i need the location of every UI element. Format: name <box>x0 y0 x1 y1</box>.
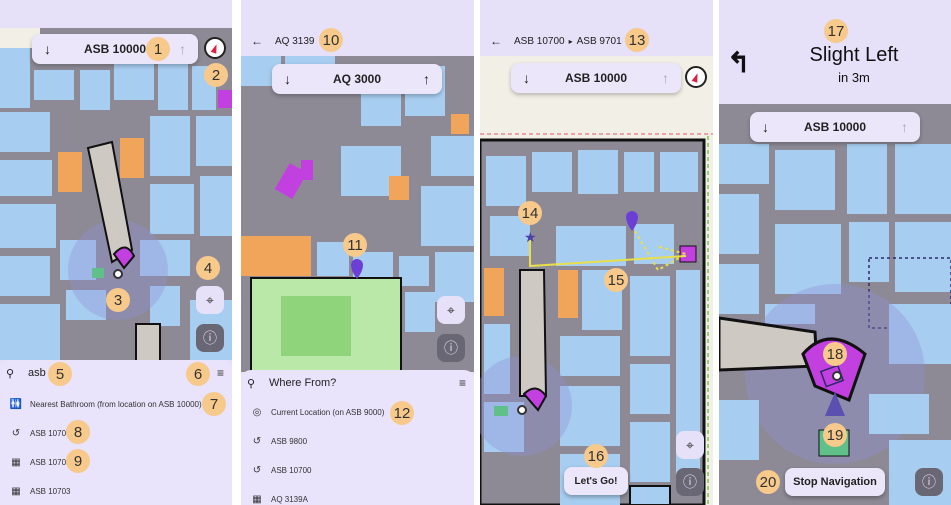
floor-down-button[interactable]: ↓ <box>284 71 291 87</box>
my-location-icon: ◎ <box>252 406 262 418</box>
origin-search-input[interactable]: Where From? <box>269 377 336 389</box>
callout-badge: 20 <box>756 470 780 494</box>
history-icon: ↺ <box>252 435 262 447</box>
floor-down-button[interactable]: ↓ <box>44 41 51 57</box>
svg-text:★: ★ <box>524 230 537 246</box>
floor-up-button[interactable]: ↑ <box>423 71 430 87</box>
info-button[interactable]: ⓘ <box>196 324 224 352</box>
callout-badge: 7 <box>202 392 226 416</box>
callout-badge: 17 <box>824 19 848 43</box>
origin-search-sheet: ⚲ Where From? ≡ ◎ Current Location (on A… <box>241 370 474 505</box>
screen-search: ↓ ASB 10000 ↑ ⌖ ⓘ ⚲ asb ≡ 🚻 Nearest Bath… <box>0 0 232 505</box>
direction-banner: ↰ Slight Left in 3m <box>719 0 951 104</box>
callout-badge: 4 <box>196 256 220 280</box>
lets-go-button[interactable]: Let's Go! <box>564 467 628 495</box>
callout-badge: 12 <box>390 401 414 425</box>
callout-badge: 16 <box>584 444 608 468</box>
floor-label: AQ 3000 <box>332 72 382 86</box>
route-to: ASB 9701 <box>576 35 622 47</box>
callout-badge: 14 <box>518 201 542 225</box>
callout-badge: 9 <box>66 449 90 473</box>
result-label: AQ 3139A <box>271 494 308 504</box>
floor-down-button[interactable]: ↓ <box>762 119 769 135</box>
result-label: Nearest Bathroom (from location on ASB 1… <box>30 399 202 409</box>
info-button[interactable]: ⓘ <box>676 468 704 496</box>
floor-label: ASB 10000 <box>803 120 867 134</box>
result-label: ASB 10703 <box>30 486 71 496</box>
callout-badge: 19 <box>823 423 847 447</box>
map-icon: ▦ <box>252 493 262 505</box>
locate-me-button[interactable]: ⌖ <box>196 286 224 314</box>
callout-badge: 3 <box>106 288 130 312</box>
callout-badge: 2 <box>204 63 228 87</box>
result-item[interactable]: ↺ ASB 9800 <box>241 427 474 455</box>
result-item[interactable]: ↺ ASB 10700 <box>0 419 232 447</box>
back-arrow-icon[interactable]: ← <box>251 34 263 48</box>
callout-badge: 8 <box>66 420 90 444</box>
result-current-location[interactable]: ◎ Current Location (on ASB 9000) <box>241 398 474 426</box>
result-nearest-bathroom[interactable]: 🚻 Nearest Bathroom (from location on ASB… <box>0 390 232 418</box>
info-button[interactable]: ⓘ <box>437 334 465 362</box>
result-label: ASB 9800 <box>271 436 308 446</box>
callout-badge: 15 <box>604 268 628 292</box>
route-separator-icon: ▸ <box>568 36 573 46</box>
result-label: Current Location (on ASB 9000) <box>271 407 385 417</box>
floor-label: ASB 10000 <box>564 71 628 85</box>
menu-icon[interactable]: ≡ <box>217 366 224 380</box>
route-from: ASB 10700 <box>514 35 565 47</box>
callout-badge: 11 <box>343 233 367 257</box>
locate-me-button[interactable]: ⌖ <box>676 431 704 459</box>
callout-badge: 18 <box>823 342 847 366</box>
search-icon: ⚲ <box>6 367 15 380</box>
result-label: ASB 10700 <box>30 428 71 438</box>
map-icon: ▦ <box>11 485 21 497</box>
floor-up-button[interactable]: ↑ <box>179 41 186 57</box>
result-item[interactable]: ▦ ASB 10703 <box>0 477 232 505</box>
callout-badge: 5 <box>48 362 72 386</box>
search-icon: ⚲ <box>247 377 256 390</box>
floor-label: ASB 10000 <box>83 42 147 56</box>
restroom-icon: 🚻 <box>9 398 23 410</box>
result-label: ASB 10700 <box>271 465 312 475</box>
callout-badge: 6 <box>186 362 210 386</box>
result-item[interactable]: ↺ ASB 10700 <box>241 456 474 484</box>
search-input[interactable]: asb <box>28 367 46 379</box>
floor-selector: ↓ AQ 3000 ↑ <box>272 64 442 94</box>
screen-navigation: ↰ Slight Left in 3m ↓ ASB 10000 ↑ Stop N… <box>719 0 951 505</box>
turn-slight-left-icon: ↰ <box>727 47 751 78</box>
history-icon: ↺ <box>11 427 21 439</box>
screen-destination: ← AQ 3139 ↓ AQ 3000 ↑ ⌖ ⓘ ⚲ Where From? … <box>241 0 474 505</box>
direction-text: Slight Left <box>809 44 899 66</box>
menu-icon[interactable]: ≡ <box>459 376 466 390</box>
result-item[interactable]: ▦ AQ 3139A <box>241 485 474 505</box>
history-icon: ↺ <box>252 464 262 476</box>
origin-search-bar[interactable]: ⚲ Where From? <box>241 370 474 396</box>
back-arrow-icon[interactable]: ← <box>490 34 502 48</box>
compass-icon[interactable] <box>685 66 707 88</box>
header: ← ASB 10700 ▸ ASB 9701 <box>480 28 713 54</box>
callout-badge: 1 <box>146 37 170 61</box>
screen-route-preview: ← ASB 10700 ▸ ASB 9701 ★ ↓ ASB 10000 ↑ ⌖… <box>480 0 713 505</box>
map-icon: ▦ <box>11 456 21 468</box>
floor-selector: ↓ ASB 10000 ↑ <box>32 34 198 64</box>
floor-down-button[interactable]: ↓ <box>523 70 530 86</box>
callout-badge: 13 <box>625 28 649 52</box>
page-title: AQ 3139 <box>275 35 315 47</box>
info-button[interactable]: ⓘ <box>915 468 943 496</box>
stop-navigation-button[interactable]: Stop Navigation <box>785 468 885 496</box>
callout-badge: 10 <box>319 28 343 52</box>
floor-selector: ↓ ASB 10000 ↑ <box>511 63 681 93</box>
direction-distance: in 3m <box>838 70 870 85</box>
result-label: ASB 10702 <box>30 457 71 467</box>
result-item[interactable]: ▦ ASB 10702 <box>0 448 232 476</box>
compass-icon[interactable] <box>204 37 226 59</box>
locate-me-button[interactable]: ⌖ <box>437 296 465 324</box>
floor-up-button[interactable]: ↑ <box>662 70 669 86</box>
floor-up-button[interactable]: ↑ <box>901 119 908 135</box>
map-view[interactable] <box>241 56 474 372</box>
header: ← AQ 3139 <box>241 28 474 54</box>
floor-selector: ↓ ASB 10000 ↑ <box>750 112 920 142</box>
